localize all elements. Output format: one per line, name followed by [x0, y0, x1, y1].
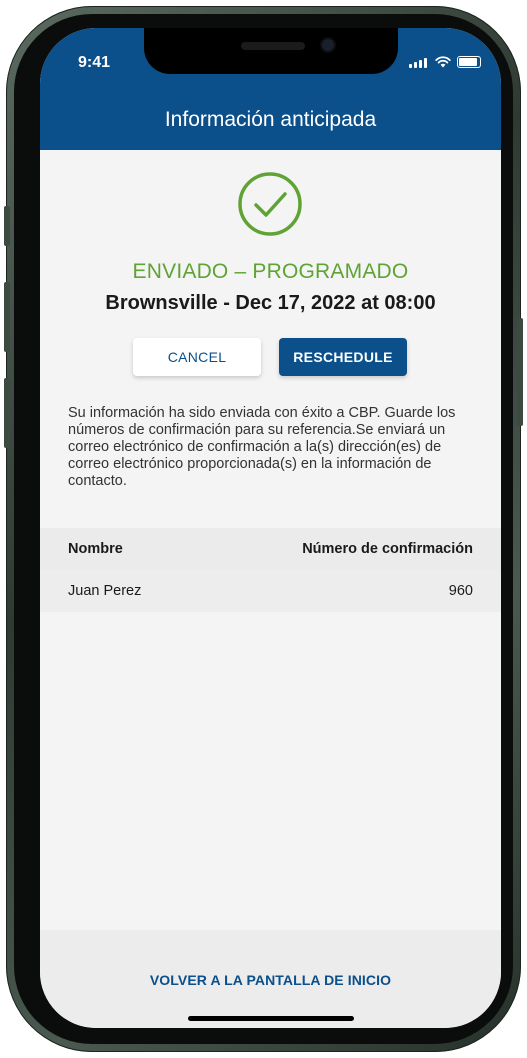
- app-header: 9:41 Información anticipada: [40, 28, 501, 150]
- table-header: Nombre Número de confirmación: [40, 528, 501, 570]
- confirmation-number: 960: [448, 583, 473, 599]
- column-header-confirmation: Número de confirmación: [302, 541, 473, 557]
- confirmation-content: ENVIADO – PROGRAMADO Brownsville - Dec 1…: [40, 150, 501, 970]
- cancel-button[interactable]: CANCEL: [133, 338, 261, 376]
- silent-switch: [4, 206, 10, 246]
- status-icons: [409, 56, 481, 68]
- reschedule-button[interactable]: RESCHEDULE: [279, 338, 407, 376]
- home-indicator[interactable]: [188, 1016, 354, 1021]
- power-button: [517, 318, 523, 426]
- footer: VOLVER A LA PANTALLA DE INICIO: [40, 930, 501, 1028]
- trip-info: Brownsville - Dec 17, 2022 at 08:00: [105, 292, 436, 314]
- page-title: Información anticipada: [164, 108, 377, 131]
- column-header-name: Nombre: [68, 541, 123, 557]
- volume-up-button: [4, 282, 10, 352]
- speaker: [241, 42, 305, 50]
- table-row: Juan Perez 960: [40, 570, 501, 612]
- traveler-name: Juan Perez: [68, 583, 142, 599]
- return-home-link[interactable]: VOLVER A LA PANTALLA DE INICIO: [40, 972, 501, 988]
- volume-down-button: [4, 378, 10, 448]
- status-label: ENVIADO – PROGRAMADO: [132, 260, 409, 283]
- signal-icon: [409, 58, 429, 68]
- screen: 9:41 Información anticipada ENVIADO – PR…: [40, 28, 501, 1028]
- wifi-icon: [435, 56, 451, 68]
- camera: [322, 39, 334, 51]
- status-time: 9:41: [78, 54, 111, 71]
- notch: [144, 28, 398, 74]
- battery-icon: [457, 56, 481, 68]
- confirmation-table: Nombre Número de confirmación Juan Perez…: [40, 528, 501, 612]
- confirmation-message: Su información ha sido enviada con éxito…: [68, 405, 456, 489]
- check-circle-icon: [238, 172, 302, 236]
